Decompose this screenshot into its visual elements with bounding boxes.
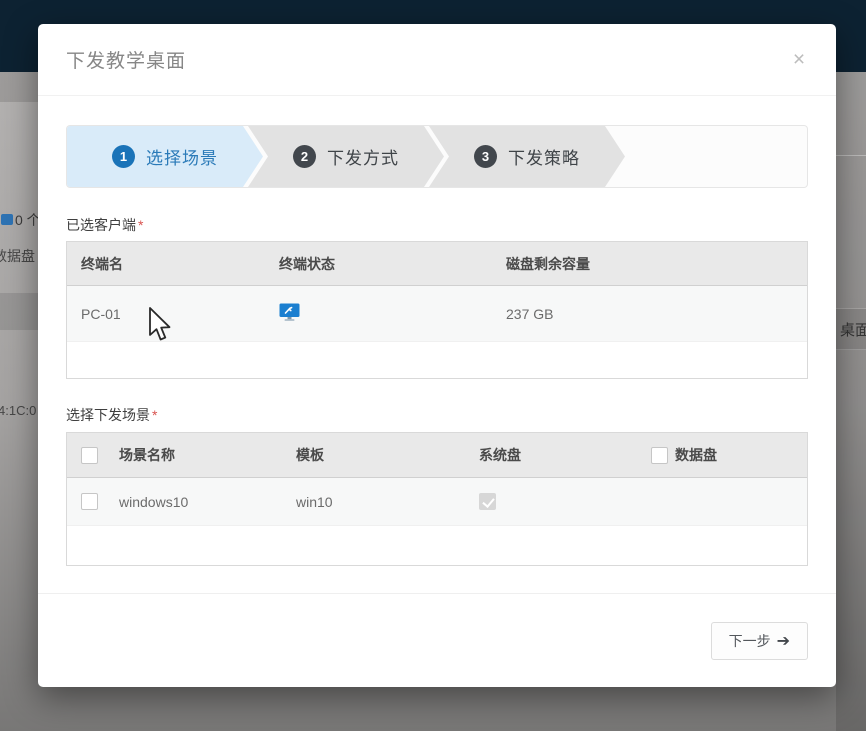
data-disk-header-cell: 数据盘	[651, 445, 807, 465]
bg-left-table-header-fragment	[0, 293, 38, 330]
scene-table-header: 场景名称 模板 系统盘 数据盘	[67, 433, 807, 478]
client-table-row[interactable]: PC-01 237 GB	[67, 286, 807, 342]
dialog-header: 下发教学桌面 ×	[38, 24, 836, 96]
dialog-footer: 下一步 ➔	[38, 593, 836, 687]
step-3-label: 下发策略	[508, 144, 580, 169]
clients-table-header: 终端名 终端状态 磁盘剩余容量	[67, 242, 807, 286]
scene-row-checkbox[interactable]	[81, 493, 98, 510]
bg-count-badge-icon	[1, 214, 13, 225]
next-step-button[interactable]: 下一步 ➔	[711, 622, 808, 660]
distribute-desktop-dialog: 下发教学桌面 × 1 选择场景 2 下发方式 3 下发策略 已选客户端* 终端名	[38, 24, 836, 687]
dialog-title: 下发教学桌面	[66, 46, 186, 73]
step-1-number-badge: 1	[112, 145, 135, 168]
scene-table-empty-area	[67, 526, 807, 565]
col-scene-name: 场景名称	[119, 445, 296, 465]
system-disk-checkbox	[479, 493, 496, 510]
scene-name-cell: windows10	[119, 494, 296, 510]
scene-table: 场景名称 模板 系统盘 数据盘 windows10 win10	[66, 432, 808, 566]
template-cell: win10	[296, 494, 479, 510]
next-step-label: 下一步	[729, 631, 771, 651]
bg-right-divider	[836, 155, 866, 156]
col-system-disk: 系统盘	[479, 445, 651, 465]
monitor-online-icon	[279, 303, 300, 321]
required-asterisk: *	[138, 217, 143, 233]
scene-select-cell	[67, 493, 119, 510]
select-all-cell	[67, 447, 119, 464]
clients-table-empty-area	[67, 342, 807, 378]
system-disk-cell	[479, 493, 651, 510]
step-distribute-policy[interactable]: 3 下发策略	[429, 126, 625, 187]
bg-client-count-text: 0 个	[15, 210, 41, 230]
col-disk-remaining: 磁盘剩余容量	[506, 254, 807, 274]
scene-table-row[interactable]: windows10 win10	[67, 478, 807, 526]
step-select-scene[interactable]: 1 选择场景	[67, 126, 263, 187]
col-terminal-name: 终端名	[67, 254, 279, 274]
bg-desktop-column-label: 桌面	[840, 319, 866, 340]
data-disk-header-checkbox[interactable]	[651, 447, 668, 464]
select-all-checkbox[interactable]	[81, 447, 98, 464]
step-2-number-badge: 2	[293, 145, 316, 168]
required-asterisk: *	[152, 407, 157, 423]
terminal-name-cell: PC-01	[67, 306, 279, 322]
terminal-status-cell	[279, 303, 506, 324]
next-arrow-icon: ➔	[777, 631, 790, 651]
step-3-number-badge: 3	[474, 145, 497, 168]
bg-right-page-fragment	[836, 72, 866, 731]
close-icon[interactable]: ×	[786, 48, 812, 74]
step-2-label: 下发方式	[327, 144, 399, 169]
step-wizard: 1 选择场景 2 下发方式 3 下发策略	[66, 125, 808, 188]
step-distribute-method[interactable]: 2 下发方式	[248, 126, 444, 187]
col-terminal-status: 终端状态	[279, 254, 506, 274]
selected-clients-label: 已选客户端*	[66, 215, 808, 235]
step-1-label: 选择场景	[146, 144, 218, 169]
dialog-body: 1 选择场景 2 下发方式 3 下发策略 已选客户端* 终端名 终端状态 磁盘剩…	[38, 96, 836, 593]
col-data-disk: 数据盘	[675, 445, 717, 465]
bg-left-toolbar-fragment	[0, 72, 38, 102]
select-scene-label: 选择下发场景*	[66, 405, 808, 425]
bg-data-disk-label: 数据盘	[0, 246, 35, 266]
col-template: 模板	[296, 445, 479, 465]
disk-remaining-cell: 237 GB	[506, 306, 807, 322]
bg-mac-address-fragment: 4:1C:0	[0, 403, 36, 418]
selected-clients-table: 终端名 终端状态 磁盘剩余容量 PC-01 237 GB	[66, 241, 808, 379]
